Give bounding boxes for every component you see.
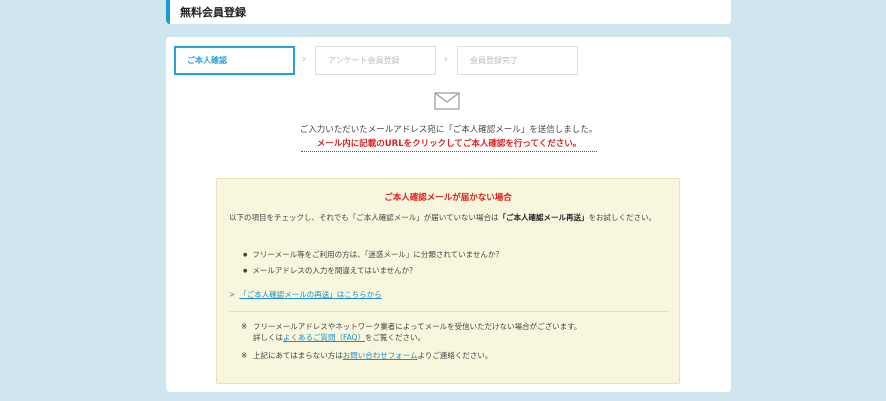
- help-intro-bold: 「ご本人確認メール再送」: [498, 213, 589, 222]
- help-intro: 以下の項目をチェックし、それでも「ご本人確認メール」が届いていない場合は「ご本人…: [229, 212, 669, 223]
- resend-link-label: 「ご本人確認メールの再送」はこちらから: [239, 290, 382, 299]
- note1-line1: フリーメールアドレスやネットワーク業者によってメールを受信いただけない場合がござ…: [253, 322, 582, 331]
- chevron-right-icon: >: [229, 290, 236, 299]
- help-box: ご本人確認メールが届かない場合 以下の項目をチェックし、それでも「ご本人確認メー…: [216, 178, 680, 384]
- contact-form-link[interactable]: お問い合わせフォーム: [343, 351, 418, 360]
- help-intro-text: 以下の項目をチェックし、それでも「ご本人確認メール」が届いていない場合は: [229, 213, 499, 222]
- step-arrow-icon: ›: [302, 54, 306, 65]
- note1-prefix: 詳しくは: [253, 333, 283, 342]
- page-title: 無料会員登録: [180, 6, 246, 19]
- list-item: メールアドレスの入力を間違えてはいませんか？: [243, 265, 503, 281]
- step-arrow-icon: ›: [444, 54, 448, 65]
- sent-message: ご入力いただいたメールアドレス宛に「ご本人確認メール」を送信しました。: [299, 125, 598, 135]
- resend-link[interactable]: > 「ご本人確認メールの再送」はこちらから: [229, 289, 382, 300]
- checklist: フリーメール等をご利用の方は、「迷惑メール」に分類されていませんか？ メールアド…: [243, 249, 503, 281]
- note2-suffix: よりご連絡ください。: [417, 351, 493, 360]
- note2-prefix: 上記にあてはまらない方は: [253, 351, 343, 360]
- main-card: ご本人確認 › アンケート会員登録 › 会員登録完了 ご入力いただいたメールアド…: [166, 37, 731, 392]
- help-intro-after: をお試しください。: [588, 213, 657, 222]
- note-mark: ※: [241, 351, 248, 360]
- step-identity-check: ご本人確認: [174, 46, 295, 75]
- list-item: フリーメール等をご利用の方は、「迷惑メール」に分類されていませんか？: [243, 249, 503, 265]
- click-url-message: メール内に記載のURLをクリックしてご本人確認を行ってください。: [301, 137, 597, 152]
- note1-suffix: をご覧ください。: [365, 333, 426, 342]
- progress-steps: ご本人確認 › アンケート会員登録 › 会員登録完了: [174, 46, 594, 76]
- help-title: ご本人確認メールが届かない場合: [384, 193, 512, 203]
- step-survey-registration: アンケート会員登録: [315, 46, 436, 75]
- divider: [229, 311, 669, 312]
- note-contact: ※ 上記にあてはまらない方はお問い合わせフォームよりご連絡ください。: [241, 350, 492, 361]
- note-free-mail: ※ フリーメールアドレスやネットワーク業者によってメールを受信いただけない場合がご…: [241, 321, 581, 343]
- step-registration-complete: 会員登録完了: [457, 46, 578, 75]
- header-card: 無料会員登録: [166, 0, 731, 24]
- faq-link[interactable]: よくあるご質問（FAQ）: [283, 333, 365, 342]
- mail-icon: [434, 92, 460, 110]
- note-mark: ※: [241, 322, 248, 331]
